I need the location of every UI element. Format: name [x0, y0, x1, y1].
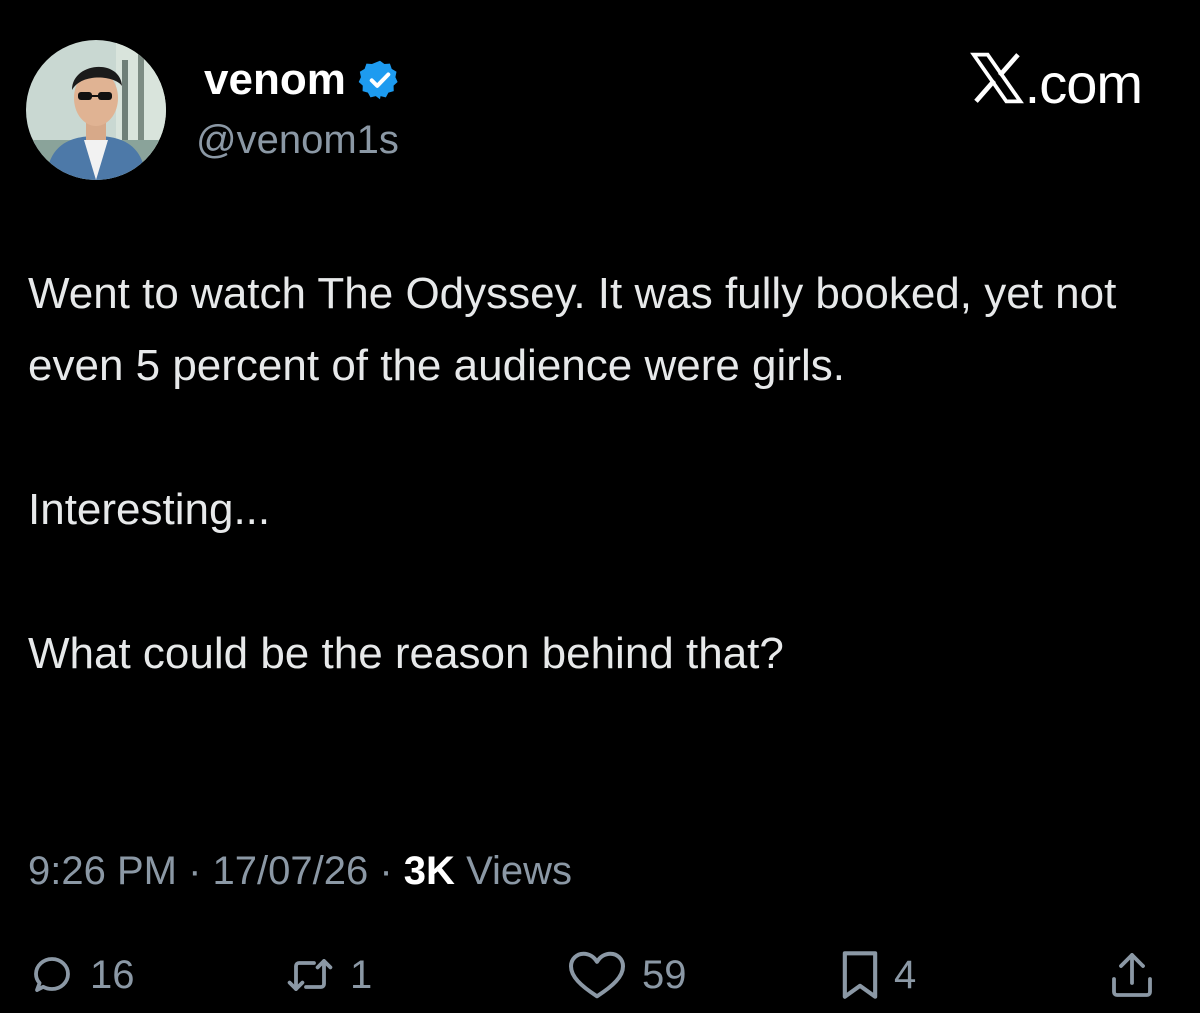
tweet-time[interactable]: 9:26 PM	[28, 849, 177, 893]
like-count: 59	[642, 952, 687, 997]
views-label: Views	[466, 849, 573, 893]
repost-count: 1	[350, 952, 373, 997]
bookmark-button[interactable]: 4	[840, 945, 916, 1005]
site-name-text: .com	[1024, 51, 1143, 115]
share-icon	[1108, 949, 1156, 1001]
reply-count: 16	[90, 952, 135, 997]
x-logo-icon	[969, 52, 1025, 115]
views-count: 3K	[403, 849, 455, 893]
reply-button[interactable]: 16	[28, 945, 135, 1005]
site-watermark: .com	[969, 51, 1143, 115]
tweet-paragraph: What could be the reason behind that?	[28, 629, 784, 678]
avatar[interactable]	[26, 40, 166, 180]
author-handle[interactable]: @venom1s	[196, 116, 399, 164]
share-button[interactable]	[1108, 945, 1156, 1005]
separator-dot: ·	[188, 849, 213, 893]
tweet-paragraph: Interesting...	[28, 485, 271, 534]
author-display-name[interactable]: venom	[204, 54, 402, 106]
heart-icon	[566, 949, 628, 1001]
tweet-actions-bar: 16 1 59 4	[0, 945, 1200, 1005]
tweet-metadata: 9:26 PM · 17/07/26 · 3K Views	[28, 845, 572, 897]
author-name-text[interactable]: venom	[204, 54, 346, 106]
reply-icon	[28, 951, 76, 999]
avatar-image	[26, 40, 166, 180]
verified-badge-icon	[358, 58, 402, 102]
tweet-paragraph: Went to watch The Odyssey. It was fully …	[28, 269, 1117, 390]
repost-button[interactable]: 1	[284, 945, 372, 1005]
separator-dot: ·	[379, 849, 404, 893]
repost-icon	[284, 951, 336, 999]
tweet-text: Went to watch The Odyssey. It was fully …	[28, 258, 1178, 690]
like-button[interactable]: 59	[566, 945, 687, 1005]
tweet-date[interactable]: 17/07/26	[213, 849, 369, 893]
bookmark-count: 4	[894, 952, 917, 997]
bookmark-icon	[840, 949, 880, 1001]
